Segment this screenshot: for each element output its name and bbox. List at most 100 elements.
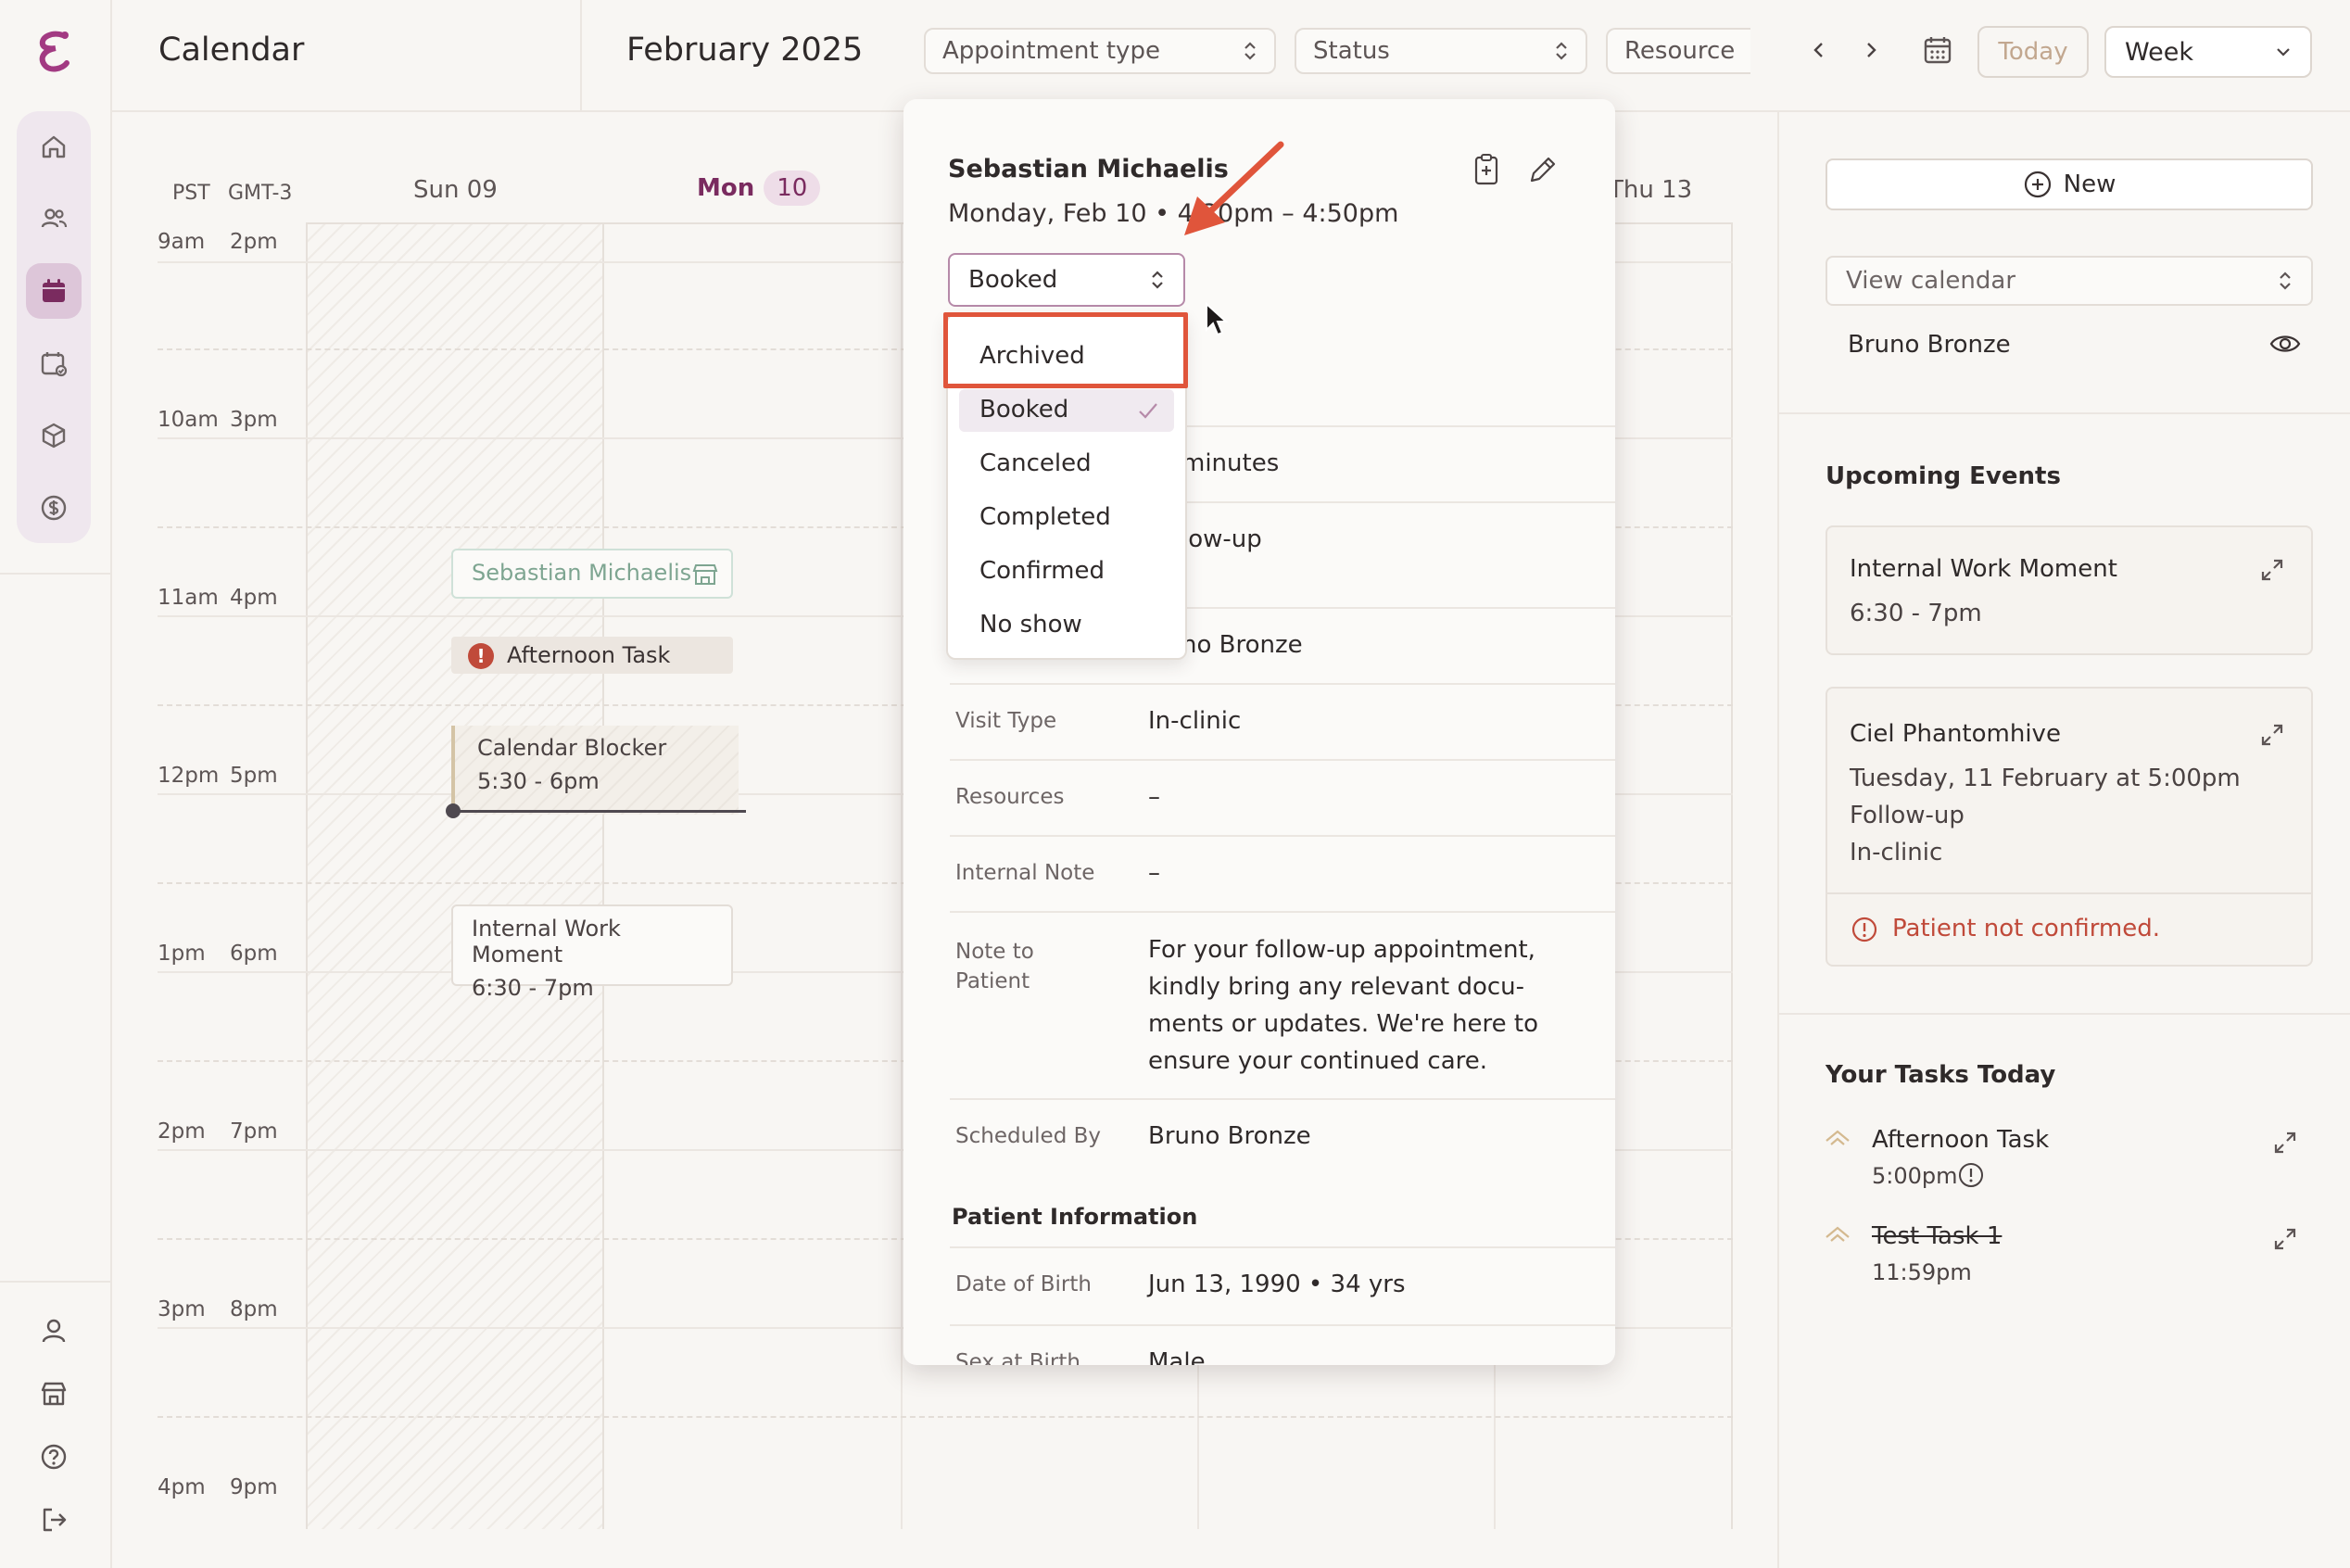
rail-divider	[0, 573, 112, 575]
event-title: Calendar Blocker	[477, 735, 667, 761]
view-select[interactable]: Week	[2104, 26, 2312, 78]
view-calendar-select[interactable]: View calendar	[1826, 256, 2313, 306]
app-logo-icon[interactable]	[35, 28, 72, 76]
blocker-event[interactable]: Calendar Blocker 5:30 - 6pm	[451, 726, 739, 815]
event-time: 6:30 - 7pm	[472, 975, 594, 1001]
eye-icon[interactable]	[2268, 331, 2302, 357]
nav-home[interactable]	[26, 119, 82, 174]
calendar-owner: Bruno Bronze	[1848, 331, 2011, 359]
day-header-mon[interactable]: Mon 10	[697, 171, 821, 206]
expand-icon[interactable]	[2257, 720, 2287, 750]
prev-week-button[interactable]	[1802, 33, 1836, 67]
appointment-type-filter[interactable]: Appointment type	[924, 28, 1276, 74]
time-label: 3pm	[158, 1297, 206, 1321]
task-event[interactable]: ! Afternoon Task	[451, 637, 733, 674]
nav-inventory[interactable]	[26, 408, 82, 463]
appointment-event[interactable]: Sebastian Michaelis	[451, 549, 733, 599]
status-value: Booked	[968, 266, 1058, 294]
today-date-badge: 10	[764, 171, 821, 206]
new-label: New	[2063, 171, 2116, 198]
nav-billing[interactable]	[26, 480, 82, 536]
date-picker-button[interactable]	[1919, 33, 1956, 67]
plus-circle-icon	[2023, 170, 2053, 199]
appointment-datetime: Monday, Feb 10 • 4:30pm – 4:50pm	[948, 199, 1399, 228]
sidebar-divider	[1779, 412, 2350, 414]
view-value: Week	[2125, 37, 2193, 67]
status-option-booked[interactable]: Booked	[959, 389, 1174, 432]
calendar-icon	[39, 276, 69, 306]
time-label: 9am	[158, 230, 206, 254]
time-label: 11am	[158, 586, 219, 610]
nav-patients[interactable]	[26, 191, 82, 247]
left-rail	[0, 0, 112, 1568]
time-label: 4pm	[230, 586, 278, 610]
status-option-canceled[interactable]: Canceled	[959, 443, 1174, 486]
day-header-sun[interactable]: Sun 09	[413, 176, 498, 204]
current-time-line	[451, 810, 746, 813]
status-filter[interactable]: Status	[1295, 28, 1587, 74]
profile-button[interactable]	[35, 1312, 72, 1349]
row-divider	[950, 1098, 1615, 1100]
main-nav	[17, 111, 91, 543]
upcoming-heading: Upcoming Events	[1826, 462, 2061, 490]
priority-chevron-icon	[1824, 1126, 1851, 1148]
column-divider	[901, 224, 903, 1529]
provider-value: no Bronze	[1181, 631, 1303, 659]
time-label: 9pm	[230, 1475, 278, 1499]
home-icon	[39, 132, 69, 161]
field-label: Note to Patient	[955, 940, 1034, 993]
today-button[interactable]: Today	[1977, 26, 2089, 78]
status-option-completed[interactable]: Completed	[959, 497, 1174, 539]
expand-icon[interactable]	[2257, 555, 2287, 585]
confirmation-alert: Patient not confirmed.	[1892, 915, 2161, 942]
duration-value: minutes	[1181, 449, 1280, 477]
logout-button[interactable]	[35, 1501, 72, 1538]
field-label: Visit Type	[955, 709, 1057, 733]
chevron-down-icon	[2275, 46, 2292, 57]
day-header-thu[interactable]: Thu 13	[1609, 176, 1692, 204]
event-date: Tuesday, 11 February at 5:00pm	[1850, 765, 2241, 792]
clipboard-medical-icon[interactable]	[1471, 153, 1502, 186]
sex-value: Male	[1148, 1348, 1206, 1365]
row-divider	[950, 1324, 1615, 1326]
nav-calendar[interactable]	[26, 263, 82, 319]
next-week-button[interactable]	[1854, 33, 1888, 67]
help-button[interactable]	[35, 1438, 72, 1475]
upcoming-event-card[interactable]: Internal Work Moment 6:30 - 7pm	[1826, 525, 2313, 655]
upcoming-event-card[interactable]: Ciel Phantomhive Tuesday, 11 February at…	[1826, 687, 2313, 967]
time-label: 2pm	[230, 230, 278, 254]
filter-label: Appointment type	[942, 37, 1160, 65]
nav-appointments[interactable]	[26, 335, 82, 391]
event-title: Sebastian Michaelis	[472, 560, 692, 586]
row-divider	[950, 1246, 1615, 1248]
scheduled-by-value: Bruno Bronze	[1148, 1122, 1311, 1150]
clinic-button[interactable]	[35, 1375, 72, 1412]
time-label: 10am	[158, 408, 219, 432]
expand-icon[interactable]	[2270, 1224, 2300, 1254]
top-header: Calendar February 2025 Appointment type …	[112, 0, 2350, 112]
field-label: Internal Note	[955, 861, 1095, 885]
status-select[interactable]: Booked	[948, 253, 1185, 307]
event-title: Ciel Phantomhive	[1850, 720, 2061, 748]
half-hour-line	[158, 1416, 1733, 1418]
event-title: Afternoon Task	[507, 642, 671, 668]
time-label: 12pm	[158, 764, 220, 788]
current-time-dot	[446, 803, 461, 818]
internal-note-value: –	[1148, 859, 1160, 887]
row-divider	[950, 911, 1615, 913]
row-divider	[950, 683, 1615, 685]
row-divider	[950, 835, 1615, 837]
annotation-highlight-box	[943, 312, 1188, 388]
pencil-icon[interactable]	[1526, 153, 1558, 186]
new-button[interactable]: New	[1826, 158, 2313, 210]
task-title: Afternoon Task	[1872, 1126, 2050, 1154]
task-time: 5:00pm	[1872, 1163, 1958, 1189]
status-option-no-show[interactable]: No show	[959, 604, 1174, 647]
expand-icon[interactable]	[2270, 1128, 2300, 1157]
dollar-icon	[39, 493, 69, 523]
resource-filter[interactable]: Resource	[1606, 28, 1750, 74]
internal-event[interactable]: Internal Work Moment 6:30 - 7pm	[451, 904, 733, 1001]
chevron-up-down-icon	[2278, 271, 2293, 291]
status-option-confirmed[interactable]: Confirmed	[959, 550, 1174, 593]
appointment-type-value: low-up	[1181, 525, 1262, 553]
